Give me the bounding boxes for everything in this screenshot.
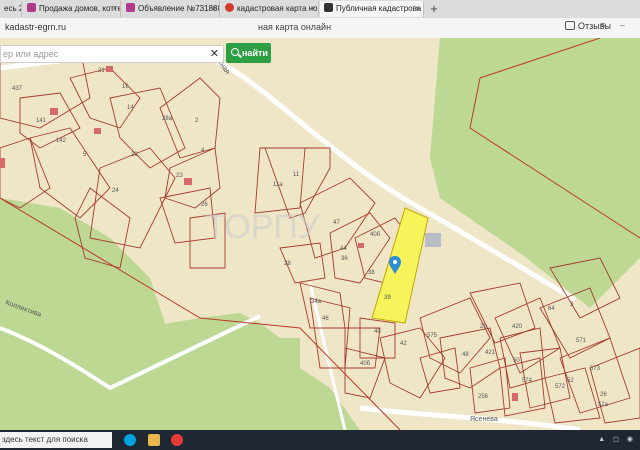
tab-favicon-icon [225, 3, 234, 12]
parcel-label: 22 [131, 152, 138, 158]
parcel-label: 21 [98, 68, 105, 74]
parcel-label: 29 [480, 324, 487, 330]
parcel-label: 142 [56, 138, 67, 144]
parcel-label: 26 [600, 392, 607, 398]
parcel-label: 24 [112, 188, 119, 194]
parcel-label: 574 [522, 378, 533, 384]
taskbar-search-field[interactable]: здесь текст для поиска [0, 432, 112, 448]
parcel-label: 42 [400, 341, 407, 347]
address-search-box: ✕ [0, 45, 224, 63]
parcel-label: 46 [322, 316, 329, 322]
tab-favicon-icon [126, 3, 135, 12]
parcel-label: 23 [176, 173, 183, 179]
skype-icon[interactable] [124, 434, 136, 446]
tab-favicon-icon [324, 3, 333, 12]
parcel-label: 575 [427, 333, 438, 339]
new-tab-button[interactable]: + [426, 1, 442, 17]
parcel-label: 16 [122, 84, 129, 90]
parcel-label: 421 [485, 350, 496, 356]
parcel-label: 141 [36, 118, 47, 124]
find-button-label: найти [242, 48, 268, 58]
parcel-label: 38 [368, 270, 375, 276]
tab-label: Продажа домов, коттедж [39, 4, 121, 13]
url-text[interactable]: kadastr-egrn.ru [5, 22, 66, 32]
parcel-label: 48 [462, 352, 469, 358]
parcel-label: 40 [374, 329, 381, 335]
browser-menu-icons[interactable]: ≡ – [600, 20, 631, 30]
tab-3[interactable]: Объявление №73188830× [122, 1, 220, 17]
parcel-label: 11а [273, 182, 283, 188]
parcel-label: 52а [598, 402, 609, 408]
cadastral-map[interactable]: ТОРПУ Ясная Ясенева Коллектива 437 21 16… [0, 38, 640, 430]
parcel-label: 52 [567, 378, 574, 384]
tab-1[interactable]: есь 27 [0, 1, 22, 17]
page-title: ная карта онлайн [258, 22, 332, 32]
parcel-label: 573 [590, 366, 601, 372]
parcel-label: 47 [333, 220, 340, 226]
parcel-label: 28 [284, 261, 291, 267]
file-explorer-icon[interactable] [148, 434, 160, 446]
tab-4[interactable]: кадастровая карта новос× [221, 1, 319, 17]
parcel-label: 420 [512, 324, 523, 330]
tab-label: Объявление №73188830 [138, 4, 219, 13]
parcel-label: 50 [513, 358, 520, 364]
map-watermark: ТОРПУ [205, 208, 320, 246]
parcel-label: 34а [311, 299, 322, 305]
parcel-label: 40б [370, 232, 381, 238]
address-bar: kadastr-egrn.ru ная карта онлайн Отзывы … [0, 18, 640, 39]
parcel-label: 572 [555, 384, 566, 390]
yandex-browser-icon[interactable] [171, 434, 183, 446]
parcel-label: 40б [360, 361, 371, 367]
parcel-label: 256 [478, 394, 489, 400]
tab-2[interactable]: Продажа домов, коттедж× [23, 1, 121, 17]
building-grey [425, 233, 441, 247]
comment-icon [565, 21, 575, 30]
tab-favicon-icon [27, 3, 36, 12]
parcel-label: 437 [12, 86, 23, 92]
os-taskbar: здесь текст для поиска ▲ ◻ ◉ [0, 430, 640, 450]
close-icon[interactable]: × [211, 1, 216, 17]
tab-label: Публичная кадастрова [336, 4, 422, 13]
tab-label: кадастровая карта новос [237, 4, 318, 13]
parcel-label: 14 [127, 105, 134, 111]
parcel-label: 571 [576, 338, 587, 344]
tab-label: есь 27 [4, 4, 21, 13]
parcel-label: 44 [340, 246, 347, 252]
street-label: Ясенева [470, 416, 498, 423]
parcel-label: 11 [293, 172, 300, 178]
close-icon[interactable]: × [112, 1, 117, 17]
close-icon[interactable]: × [415, 1, 420, 17]
map-canvas[interactable]: ТОРПУ Ясная Ясенева Коллектива 437 21 16… [0, 38, 640, 430]
search-icon [231, 48, 239, 56]
clear-search-icon[interactable]: ✕ [210, 46, 219, 62]
tab-5-active[interactable]: Публичная кадастрова × [320, 1, 424, 17]
parcel-label: 39 [384, 295, 391, 301]
parcel-label: 64 [548, 306, 555, 312]
close-icon[interactable]: × [310, 1, 315, 17]
parcel-label: 26 [201, 202, 208, 208]
search-input[interactable] [1, 46, 208, 62]
parcel-label: 36 [341, 256, 348, 262]
find-button[interactable]: найти [226, 43, 271, 63]
system-tray-icons[interactable]: ▲ ◻ ◉ [598, 435, 636, 443]
parcel-label: 28а [162, 116, 173, 122]
browser-tab-bar: есь 27 Продажа домов, коттедж× Объявлени… [0, 0, 640, 18]
